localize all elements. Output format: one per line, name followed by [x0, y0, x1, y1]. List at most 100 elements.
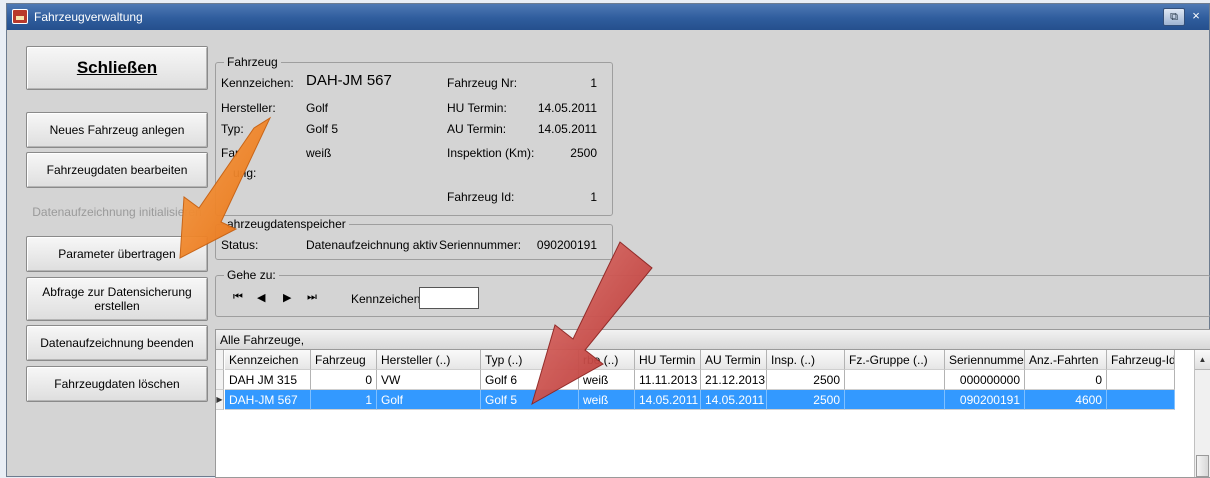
backup-query-label-1: Abfrage zur Datensicherung	[42, 285, 192, 299]
column-header-trips[interactable]: Anz.-Fahrten	[1025, 350, 1107, 370]
end-recording-label: Datenaufzeichnung beenden	[40, 336, 194, 350]
serial-label: Seriennummer:	[439, 238, 522, 252]
recorder-legend: ahrzeugdatenspeicher	[224, 217, 349, 231]
last-record-icon[interactable]: ⏭	[307, 291, 317, 304]
table-cell-group[interactable]	[845, 390, 945, 410]
table-cell-vehicle-id[interactable]	[1107, 390, 1175, 410]
table-cell-insp[interactable]: 2500	[767, 370, 845, 390]
new-vehicle-label: Neues Fahrzeug anlegen	[49, 123, 185, 137]
color-value: weiß	[306, 146, 332, 160]
au-label: AU Termin:	[447, 122, 507, 136]
table-cell-serial[interactable]: 090200191	[945, 390, 1025, 410]
type-label: Typ:	[221, 122, 244, 136]
table-cell-type[interactable]: Golf 5	[481, 390, 579, 410]
backup-query-button[interactable]: Abfrage zur Datensicherung erstellen	[26, 277, 208, 321]
backup-query-label-2: erstellen	[94, 299, 140, 313]
first-record-icon[interactable]: ⏮	[233, 291, 243, 304]
recorder-status-label: Status:	[221, 238, 259, 252]
grid-title: Alle Fahrzeuge,	[220, 333, 305, 347]
delete-vehicle-button[interactable]: Fahrzeugdaten löschen	[26, 366, 208, 402]
note-label: ung:	[233, 166, 257, 180]
title-bar[interactable]: Fahrzeugverwaltung ⧉ ×	[7, 4, 1209, 30]
column-header-color[interactable]: rbe (..)	[579, 350, 635, 370]
column-header-serial[interactable]: Seriennummer	[945, 350, 1025, 370]
close-icon[interactable]: ×	[1189, 8, 1203, 24]
transfer-params-button[interactable]: Parameter übertragen	[26, 236, 208, 272]
color-label: Far	[221, 146, 239, 160]
column-header-insp[interactable]: Insp. (..)	[767, 350, 845, 370]
table-cell-serial[interactable]: 000000000	[945, 370, 1025, 390]
column-header-au[interactable]: AU Termin	[701, 350, 767, 370]
recorder-status-value: Datenaufzeichnung aktiv	[306, 238, 438, 252]
plate-value: DAH-JM 567	[306, 72, 392, 89]
vehicle-id-value: 1	[590, 190, 597, 204]
vehicle-table[interactable]: ▲ Kennzeichen Fahrzeug Hersteller (..) Typ …	[215, 349, 1210, 478]
inspection-value: 2500	[570, 146, 597, 160]
type-value: Golf 5	[306, 122, 339, 136]
vehicle-id-label: Fahrzeug Id:	[447, 190, 515, 204]
column-header-vehicle-id[interactable]: Fahrzeug-Id.	[1107, 350, 1175, 370]
window-title: Fahrzeugverwaltung	[34, 10, 143, 24]
column-header-type[interactable]: Typ (..)	[481, 350, 579, 370]
table-cell-color[interactable]: weiß	[579, 370, 635, 390]
table-cell-vehicle[interactable]: 1	[311, 390, 377, 410]
row-marker[interactable]	[216, 370, 224, 390]
goto-plate-input[interactable]	[419, 287, 479, 309]
table-cell-trips[interactable]: 4600	[1025, 390, 1107, 410]
delete-vehicle-label: Fahrzeugdaten löschen	[54, 377, 180, 391]
maker-value: Golf	[306, 101, 329, 115]
close-button[interactable]: Schließen	[26, 46, 208, 90]
goto-legend: Gehe zu:	[224, 268, 279, 282]
inspection-label: Inspektion (Km):	[447, 146, 535, 160]
restore-icon[interactable]: ⧉	[1163, 8, 1185, 26]
vehicle-nr-label: Fahrzeug Nr:	[447, 76, 518, 90]
column-header-hu[interactable]: HU Termin	[635, 350, 701, 370]
table-cell-insp[interactable]: 2500	[767, 390, 845, 410]
edit-vehicle-label: Fahrzeugdaten bearbeiten	[46, 163, 188, 177]
transfer-params-label: Parameter übertragen	[58, 247, 176, 261]
hu-value: 14.05.2011	[537, 101, 597, 115]
column-header-vehicle[interactable]: Fahrzeug	[311, 350, 377, 370]
scroll-up-icon[interactable]: ▲	[1195, 350, 1210, 370]
plate-label: Kennzeichen:	[221, 76, 294, 90]
vehicle-legend: Fahrzeug	[224, 55, 281, 69]
end-recording-button[interactable]: Datenaufzeichnung beenden	[26, 325, 208, 361]
table-cell-maker[interactable]: Golf	[377, 390, 481, 410]
app-icon	[12, 9, 28, 24]
table-cell-plate[interactable]: DAH JM 315	[225, 370, 311, 390]
vehicle-nr-value: 1	[590, 76, 597, 90]
column-header-plate[interactable]: Kennzeichen	[225, 350, 311, 370]
hu-label: HU Termin:	[447, 101, 507, 115]
new-vehicle-button[interactable]: Neues Fahrzeug anlegen	[26, 112, 208, 148]
table-cell-au[interactable]: 21.12.2013	[701, 370, 767, 390]
prev-record-icon[interactable]: ◀	[257, 291, 265, 304]
init-recording-label: Datenaufzeichnung initialisieren	[32, 205, 202, 219]
column-header-group[interactable]: Fz.-Gruppe (..)	[845, 350, 945, 370]
table-cell-hu[interactable]: 11.11.2013	[635, 370, 701, 390]
vertical-scrollbar[interactable]: ▲	[1194, 350, 1210, 477]
table-cell-vehicle-id[interactable]	[1107, 370, 1175, 390]
table-cell-group[interactable]	[845, 370, 945, 390]
serial-value: 090200191	[536, 238, 597, 252]
init-recording-button: Datenaufzeichnung initialisieren	[26, 194, 208, 230]
edit-vehicle-button[interactable]: Fahrzeugdaten bearbeiten	[26, 152, 208, 188]
table-cell-color[interactable]: weiß	[579, 390, 635, 410]
table-cell-type[interactable]: Golf 6	[481, 370, 579, 390]
au-value: 14.05.2011	[537, 122, 597, 136]
table-cell-hu[interactable]: 14.05.2011	[635, 390, 701, 410]
scroll-thumb[interactable]	[1196, 455, 1209, 477]
table-cell-au[interactable]: 14.05.2011	[701, 390, 767, 410]
table-cell-maker[interactable]: VW	[377, 370, 481, 390]
close-button-label: Schließen	[76, 58, 158, 77]
table-cell-plate[interactable]: DAH-JM 567	[225, 390, 311, 410]
grid-title-bar: Alle Fahrzeuge,	[215, 329, 1210, 349]
goto-plate-label: Kennzeichen:	[351, 292, 424, 306]
next-record-icon[interactable]: ▶	[283, 291, 291, 304]
main-window: Fahrzeugverwaltung ⧉ × Schließen Neues F…	[6, 3, 1210, 478]
column-header-maker[interactable]: Hersteller (..)	[377, 350, 481, 370]
table-cell-trips[interactable]: 0	[1025, 370, 1107, 390]
maker-label: Hersteller:	[221, 101, 276, 115]
table-cell-vehicle[interactable]: 0	[311, 370, 377, 390]
row-header-corner	[216, 350, 224, 370]
row-marker[interactable]: ▶	[216, 390, 224, 410]
